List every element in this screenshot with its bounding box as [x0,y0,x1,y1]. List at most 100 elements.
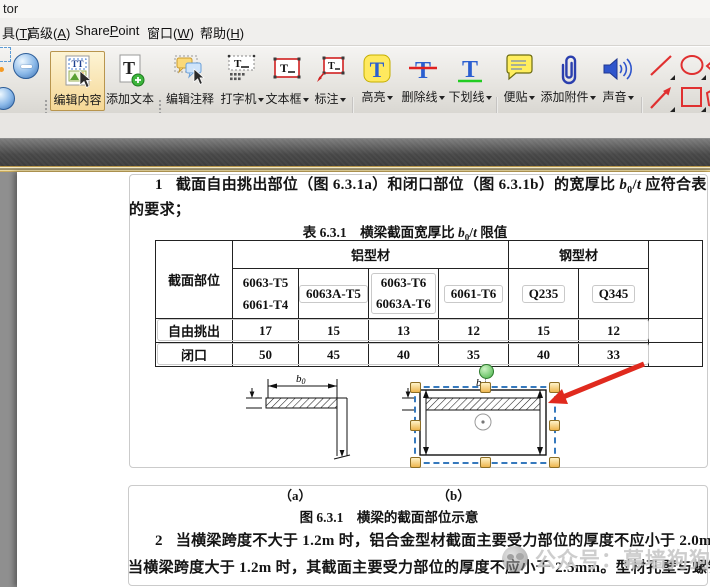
watermark: 公众号：幕墙狗狗 [502,544,710,574]
polygon-tool-button[interactable] [705,85,710,111]
table-header-cell: 6063-T56061-T4 [233,269,299,319]
paragraph-1-line-1: 1截面自由挑出部位（图 6.3.1a）和闭口部位（图 6.3.1b）的宽厚比 b… [155,173,710,196]
menu-bar: 具(T) 高级(A) SharePoint 窗口(W) 帮助(H) [0,18,710,46]
callout-label: 标注 [311,90,349,107]
edit-content-label: 编辑内容 [51,91,104,108]
edit-comment-button[interactable]: 编辑注释 [163,51,217,109]
textbox-button[interactable]: T 文本框 [264,51,310,109]
selection-handle-nw[interactable] [410,382,421,393]
polyline-tool-button[interactable] [705,53,710,79]
typewriter-label: 打字机 [220,90,264,107]
textbox-icon: T [271,53,303,89]
figure-label-b: （b） [437,485,470,504]
selection-box[interactable] [414,386,556,464]
dropdown-arrow-icon [340,98,346,102]
selection-handle-w[interactable] [410,420,421,431]
main-toolbar: TT 编辑内容 T 添加文本 [0,46,710,114]
dropdown-arrow-icon [628,96,634,100]
add-text-label: 添加文本 [104,90,156,107]
menu-item-sharepoint[interactable]: SharePoint [75,23,139,38]
dim-b0-label: b0 [296,373,306,386]
dropdown-arrow-icon [486,96,492,100]
orange-dot-icon [0,67,4,72]
dropdown-arrow-icon [303,98,309,102]
edit-comment-icon [172,53,208,89]
watermark-text: 公众号：幕墙狗狗 [535,544,710,574]
sticky-note-button[interactable]: 便贴 [500,51,538,109]
dropdown-arrow-icon [258,98,264,102]
sound-label: 声音 [598,88,638,105]
edit-comment-label: 编辑注释 [163,90,217,107]
toolbar-substrip [0,113,710,138]
dropdown-arrow-icon [670,107,675,112]
circle-tool-button[interactable] [679,53,705,79]
strikeout-button[interactable]: T 删除线 [400,51,446,109]
dropdown-arrow-icon [529,96,535,100]
highlight-icon: T [362,53,392,87]
rectangle-tool-button[interactable] [679,85,705,111]
svg-text:T: T [462,57,478,83]
sticky-note-icon [503,53,535,87]
svg-text:T: T [415,58,431,84]
highlight-label: 高亮 [357,88,397,105]
svg-text:T: T [123,58,135,78]
dropdown-arrow-icon [387,96,393,100]
line-tool-button[interactable] [648,53,674,79]
typewriter-icon: T [226,53,258,89]
zoom-out-button[interactable] [13,53,39,79]
table-header-cell: 6063-T66063A-T6 [369,269,439,319]
table-corner-cell: 截面部位 [156,241,233,319]
title-bar: tor [0,0,710,18]
document-page: 1截面自由挑出部位（图 6.3.1a）和闭口部位（图 6.3.1b）的宽厚比 b… [17,172,710,587]
selection-handle-s[interactable] [480,457,491,468]
figure-a: b0 [238,370,358,468]
strikeout-label: 删除线 [400,88,446,105]
window-title: tor [3,1,18,16]
callout-icon: T [314,53,346,89]
edit-content-icon: TT [61,54,95,90]
dropdown-arrow-icon [439,96,445,100]
svg-text:TT: TT [71,59,83,69]
table-row: 自由挑出 171513121512 [156,319,703,343]
table-header-cell: Q345 [579,269,649,319]
callout-button[interactable]: T 标注 [311,51,349,109]
selection-handle-e[interactable] [549,420,560,431]
figure-label-a: （a） [279,485,312,504]
paperclip-icon [555,53,581,87]
watermark-logo-icon [502,546,528,572]
underline-button[interactable]: T 下划线 [447,51,493,109]
menu-item-advanced[interactable]: 高级(A) [27,23,70,42]
app-window: tor 具(T) 高级(A) SharePoint 窗口(W) 帮助(H) TT [0,0,710,587]
paragraph-1-line-2: 的要求； [129,198,190,219]
svg-text:T: T [280,61,288,75]
selection-handle-n[interactable] [480,382,491,393]
selection-handle-se[interactable] [549,457,560,468]
strikeout-icon: T [407,53,439,87]
sticky-note-label: 便贴 [500,88,538,105]
table-group-steel: 钢型材 [509,241,649,269]
annotation-red-arrow[interactable] [540,356,652,414]
arrow-tool-button[interactable] [648,85,674,111]
typewriter-button[interactable]: T 打字机 [220,51,264,109]
spec-table: 截面部位 铝型材 钢型材 6063-T56061-T4 6063A-T5 606… [155,240,703,367]
highlight-button[interactable]: T 高亮 [357,51,397,109]
add-text-icon: T [114,53,146,89]
figure-caption: 图 6.3.1 横梁的截面部位示意 [155,506,623,526]
panel-divider-bar[interactable] [0,138,710,167]
edit-content-button[interactable]: TT 编辑内容 [50,51,105,111]
dropdown-arrow-icon [590,96,596,100]
table-empty-cell [649,241,703,319]
minus-icon [21,65,32,68]
zoom-button-partial[interactable] [0,87,15,110]
selection-handle-sw[interactable] [410,457,421,468]
sound-button[interactable]: 声音 [598,51,638,109]
polygon-icon [705,85,710,111]
add-text-button[interactable]: T 添加文本 [104,51,156,109]
rotation-handle[interactable] [479,364,494,379]
menu-item-help[interactable]: 帮助(H) [200,23,244,42]
table-header-cell: Q235 [509,269,579,319]
add-attachment-button[interactable]: 添加附件 [540,51,596,109]
svg-text:T: T [370,57,385,82]
menu-item-window[interactable]: 窗口(W) [147,23,194,42]
svg-text:T: T [234,58,242,70]
